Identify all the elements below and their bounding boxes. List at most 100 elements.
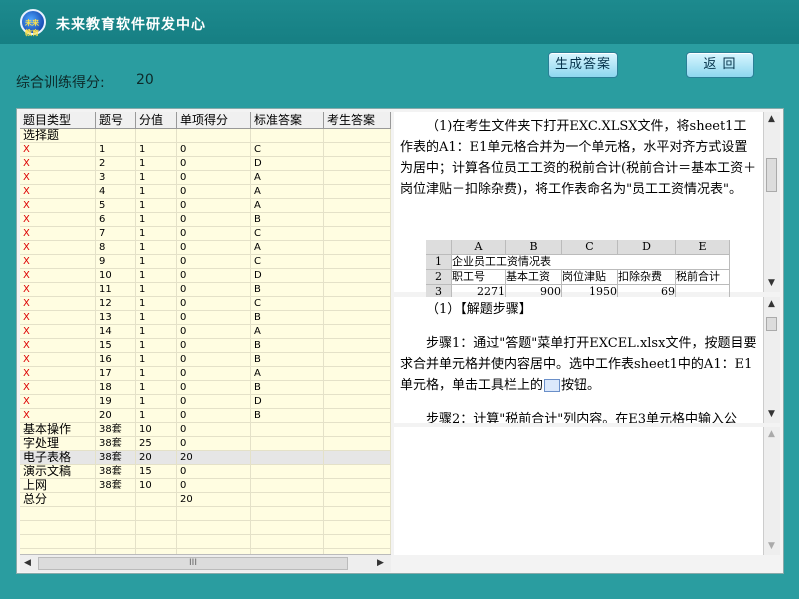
table-cell: [136, 129, 177, 142]
table-cell: 1: [136, 283, 177, 296]
table-row[interactable]: X910C: [20, 255, 391, 269]
table-cell: X: [20, 269, 96, 282]
table-row[interactable]: X 14 1 0 A: [20, 325, 391, 339]
table-row[interactable]: X 17 1 0 A: [20, 367, 391, 381]
table-row[interactable]: X410A: [20, 185, 391, 199]
table-cell: X: [20, 325, 96, 338]
table-cell: [96, 129, 136, 142]
table-row[interactable]: X110C: [20, 143, 391, 157]
empty-output-panel[interactable]: [394, 427, 763, 555]
table-row[interactable]: X 10 1 0 D: [20, 269, 391, 283]
excel-cell: A: [452, 240, 506, 254]
table-cell: [324, 185, 391, 198]
excel-cell: 岗位津贴: [562, 270, 618, 284]
table-cell: [324, 157, 391, 170]
table-row[interactable]: X210D: [20, 157, 391, 171]
table-cell: 1: [136, 395, 177, 408]
scrollbar-thumb[interactable]: [766, 317, 777, 331]
results-table[interactable]: 题目类型 题号 分值 单项得分 标准答案 考生答案 选择题 X 1 1 0 C X 2 1 0 D X 3 1 0 A X…: [20, 112, 391, 554]
table-row[interactable]: X610B: [20, 213, 391, 227]
table-cell: [324, 171, 391, 184]
table-row[interactable]: 电子表格 38套 20 20: [20, 451, 391, 465]
table-cell: 4: [96, 185, 136, 198]
table-row[interactable]: X 12 1 0 C: [20, 297, 391, 311]
solution-steps-panel[interactable]: （1）【解题步骤】 步骤1：通过"答题"菜单打开EXCEL.xlsx文件，按题目…: [394, 297, 763, 423]
table-cell: B: [251, 353, 324, 366]
column-header[interactable]: 标准答案: [251, 112, 324, 128]
table-row[interactable]: X 19 1 0 D: [20, 395, 391, 409]
excel-row: 1 企业员工工资情况表: [426, 255, 730, 270]
table-row[interactable]: X 11 1 0 B: [20, 283, 391, 297]
table-row[interactable]: 总分 20: [20, 493, 391, 507]
scroll-up-icon[interactable]: ▲: [768, 299, 775, 309]
table-row[interactable]: X 15 1 0 B: [20, 339, 391, 353]
table-cell: B: [251, 213, 324, 226]
table-row[interactable]: 基本操作 38套 10 0: [20, 423, 391, 437]
table-cell: 1: [136, 269, 177, 282]
generate-answer-button[interactable]: 生成答案: [548, 52, 618, 78]
table-row[interactable]: X 13 1 0 B: [20, 311, 391, 325]
table-cell: [324, 493, 391, 506]
table-cell: [324, 437, 391, 450]
table-row[interactable]: X 16 1 0 B: [20, 353, 391, 367]
table-cell: 15: [96, 339, 136, 352]
scroll-down-icon[interactable]: ▼: [768, 409, 775, 419]
table-cell: X: [20, 395, 96, 408]
excel-cell: 职工号: [452, 270, 506, 284]
logo-text: 未来教育: [25, 19, 39, 37]
table-row[interactable]: X310A: [20, 171, 391, 185]
excel-row: 2 职工号 基本工资 岗位津贴 扣除杂费 税前合计: [426, 270, 730, 285]
table-cell: 38套: [96, 465, 136, 478]
column-header[interactable]: 分值: [136, 112, 177, 128]
scroll-down-icon[interactable]: ▼: [768, 541, 775, 551]
table-cell: X: [20, 297, 96, 310]
table-cell: 20: [96, 409, 136, 422]
back-button[interactable]: 返 回: [686, 52, 754, 78]
table-row[interactable]: 上网 38套 10 0: [20, 479, 391, 493]
table-header: 题目类型 题号 分值 单项得分 标准答案 考生答案: [20, 112, 391, 129]
table-cell: 1: [136, 381, 177, 394]
scrollbar-thumb[interactable]: [766, 158, 777, 192]
table-row[interactable]: X 20 1 0 B: [20, 409, 391, 423]
table-cell: 7: [96, 227, 136, 240]
table-row[interactable]: X 18 1 0 B: [20, 381, 391, 395]
table-row[interactable]: 字处理 38套 25 0: [20, 437, 391, 451]
table-cell: 1: [136, 325, 177, 338]
table-cell: 0: [177, 339, 251, 352]
scrollbar-thumb[interactable]: III: [38, 557, 348, 570]
table-cell: 38套: [96, 437, 136, 450]
table-cell: A: [251, 325, 324, 338]
table-cell: 0: [177, 255, 251, 268]
table-row[interactable]: 演示文稿 38套 15 0: [20, 465, 391, 479]
excel-cell: E: [676, 240, 730, 254]
table-row[interactable]: 选择题: [20, 129, 391, 143]
table-cell: 0: [177, 283, 251, 296]
question-vertical-scrollbar[interactable]: ▲ ▼: [763, 112, 780, 292]
table-cell: A: [251, 241, 324, 254]
table-cell: 0: [177, 269, 251, 282]
column-header[interactable]: 题目类型: [20, 112, 96, 128]
excel-header-row: ABCDE: [426, 240, 730, 255]
column-header[interactable]: 题号: [96, 112, 136, 128]
table-cell: [324, 339, 391, 352]
steps-vertical-scrollbar[interactable]: ▲ ▼: [763, 297, 780, 423]
table-cell: [324, 143, 391, 156]
scroll-left-icon[interactable]: ◀: [24, 558, 31, 568]
excel-cell: 2: [426, 270, 452, 284]
table-cell: 10: [136, 479, 177, 492]
table-cell: 0: [177, 185, 251, 198]
step-1-suffix: 按钮。: [561, 378, 601, 393]
scroll-up-icon[interactable]: ▲: [768, 114, 775, 124]
table-row[interactable]: X510A: [20, 199, 391, 213]
column-header[interactable]: 考生答案: [324, 112, 391, 128]
excel-cell: 企业员工工资情况表: [452, 255, 730, 269]
table-cell: 演示文稿: [20, 465, 96, 478]
table-row[interactable]: X710C: [20, 227, 391, 241]
output-vertical-scrollbar[interactable]: ▲ ▼: [763, 427, 780, 555]
scroll-up-icon[interactable]: ▲: [768, 429, 775, 439]
column-header[interactable]: 单项得分: [177, 112, 251, 128]
table-row[interactable]: X810A: [20, 241, 391, 255]
scroll-right-icon[interactable]: ▶: [377, 558, 384, 568]
table-horizontal-scrollbar[interactable]: ◀ III ▶: [20, 554, 391, 572]
scroll-down-icon[interactable]: ▼: [768, 278, 775, 288]
